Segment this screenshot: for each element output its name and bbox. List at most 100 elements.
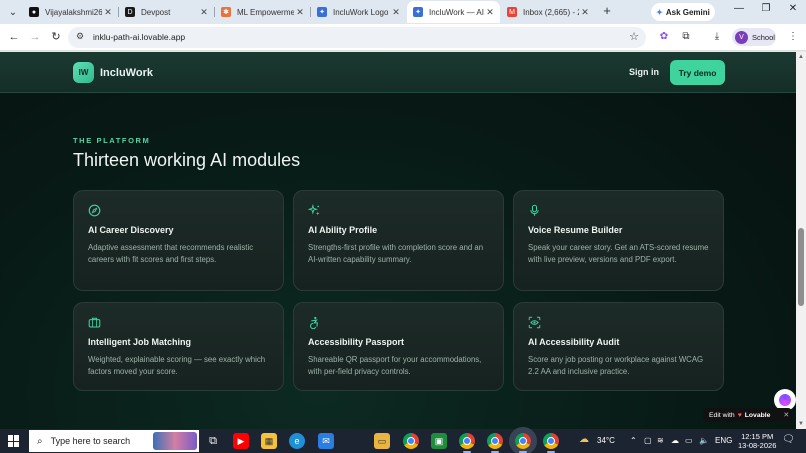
chrome-profile-icon[interactable] bbox=[459, 433, 475, 453]
tab-search-icon[interactable]: ⌄ bbox=[5, 4, 21, 20]
file-explorer-icon[interactable]: ▭ bbox=[374, 433, 390, 449]
chrome-active-window-icon[interactable] bbox=[509, 427, 537, 453]
section-title: Thirteen working AI modules bbox=[73, 150, 301, 170]
reload-icon[interactable]: ↻ bbox=[49, 30, 63, 44]
store-icon[interactable]: ▦ bbox=[261, 433, 277, 449]
task-view-icon[interactable]: ⧉ bbox=[205, 433, 221, 449]
windows-start-icon[interactable] bbox=[8, 435, 20, 447]
module-card[interactable]: AI Career Discovery Adaptive assessment … bbox=[73, 190, 284, 291]
tab-title: Devpost bbox=[141, 7, 171, 17]
module-title: AI Accessibility Audit bbox=[528, 337, 620, 347]
lovable-heart-icon: ♥ bbox=[737, 411, 742, 419]
module-description: Adaptive assessment that recommends real… bbox=[88, 243, 254, 264]
compass-icon bbox=[88, 204, 101, 217]
module-card[interactable]: AI Accessibility Audit Score any job pos… bbox=[513, 302, 724, 391]
chrome-icon[interactable] bbox=[403, 433, 419, 449]
close-tab-icon[interactable]: ✕ bbox=[294, 7, 306, 18]
extensions-icon[interactable]: ⧉ bbox=[679, 30, 693, 44]
badge-prefix: Edit with bbox=[709, 411, 735, 419]
show-hidden-icons[interactable]: ⌃ bbox=[630, 436, 637, 445]
youtube-icon[interactable]: ▶ bbox=[233, 433, 249, 449]
section-eyebrow: THE PLATFORM bbox=[73, 136, 151, 145]
tab-title: Inbox (2,665) - 2 bbox=[523, 7, 579, 17]
scroll-down-icon[interactable]: ▼ bbox=[798, 421, 804, 427]
wifi-icon[interactable]: ≋ bbox=[657, 436, 664, 445]
tab-title: Vijayalakshmi26( bbox=[45, 7, 102, 17]
site-logo[interactable]: IW IncluWork bbox=[73, 62, 153, 83]
tab-gmail[interactable]: M Inbox (2,665) - 2 ✕ bbox=[501, 1, 595, 23]
cloud-icon[interactable]: ☁ bbox=[671, 436, 679, 445]
module-description: Score any job posting or workplace again… bbox=[528, 355, 704, 376]
url-text[interactable]: inklu-path-ai.lovable.app bbox=[93, 32, 185, 42]
new-tab-button[interactable]: + bbox=[600, 4, 614, 18]
module-title: Voice Resume Builder bbox=[528, 225, 623, 235]
tab-incluwork-logo[interactable]: ✦ IncluWork Logo I ✕ bbox=[311, 1, 406, 23]
clock-date: 13-08-2026 bbox=[738, 441, 777, 450]
chrome-profile-icon[interactable] bbox=[543, 433, 559, 453]
sign-in-link[interactable]: Sign in bbox=[629, 67, 659, 77]
module-card[interactable]: Voice Resume Builder Speak your career s… bbox=[513, 190, 724, 291]
module-title: Intelligent Job Matching bbox=[88, 337, 191, 347]
close-window-icon[interactable]: ✕ bbox=[783, 3, 803, 14]
tab-github[interactable]: ● Vijayalakshmi26( ✕ bbox=[23, 1, 118, 23]
download-icon[interactable]: ⤓ bbox=[710, 30, 724, 44]
search-icon: ⌕ bbox=[37, 435, 43, 447]
gmail-icon: M bbox=[507, 7, 517, 17]
try-demo-button[interactable]: Try demo bbox=[670, 60, 725, 85]
taskbar-search[interactable]: ⌕ Type here to search bbox=[29, 430, 199, 452]
address-bar[interactable]: ⚙ inklu-path-ai.lovable.app ☆ bbox=[68, 27, 646, 48]
tab-title: IncluWork Logo I bbox=[333, 7, 390, 17]
taskbar-clock[interactable]: 12:15 PM 13-08-2026 bbox=[738, 432, 776, 450]
tab-ml-empowerment[interactable]: ✱ ML Empowermen ✕ bbox=[215, 1, 310, 23]
edge-icon[interactable]: e bbox=[289, 433, 305, 449]
mail-icon[interactable]: ✉ bbox=[318, 433, 334, 449]
site-info-icon[interactable]: ⚙ bbox=[76, 31, 84, 42]
gemini-extension-icon[interactable]: ✿ bbox=[657, 30, 671, 44]
weather-icon[interactable]: ☁ bbox=[579, 434, 589, 445]
ask-gemini-button[interactable]: ✦ Ask Gemini bbox=[651, 3, 715, 21]
module-title: Accessibility Passport bbox=[308, 337, 405, 347]
briefcase-icon bbox=[88, 317, 101, 328]
microphone-icon bbox=[530, 204, 539, 216]
close-tab-icon[interactable]: ✕ bbox=[390, 7, 402, 18]
bookmark-star-icon[interactable]: ☆ bbox=[629, 30, 639, 43]
close-tab-icon[interactable]: ✕ bbox=[484, 7, 496, 18]
ml-icon: ✱ bbox=[221, 7, 231, 17]
module-card[interactable]: Intelligent Job Matching Weighted, expla… bbox=[73, 302, 284, 391]
ask-gemini-label: Ask Gemini bbox=[665, 7, 710, 17]
more-menu-icon[interactable]: ⋮ bbox=[786, 30, 800, 44]
profile-button[interactable]: V School bbox=[732, 28, 776, 46]
forward-icon[interactable]: → bbox=[28, 30, 42, 44]
module-description: Speak your career story. Get an ATS-scor… bbox=[528, 243, 709, 264]
page-viewport: IW IncluWork Sign in Try demo THE PLATFO… bbox=[0, 52, 796, 429]
language-indicator[interactable]: ENG bbox=[715, 436, 732, 445]
page-scrollbar[interactable]: ▲ ▼ bbox=[796, 52, 806, 429]
temperature[interactable]: 34°C bbox=[597, 436, 615, 445]
close-tab-icon[interactable]: ✕ bbox=[198, 7, 210, 18]
meet-now-icon[interactable]: ▢ bbox=[644, 436, 652, 445]
accessibility-icon bbox=[310, 316, 318, 329]
tab-incluwork-active[interactable]: ✦ IncluWork — AI I ✕ bbox=[407, 1, 500, 23]
badge-brand: Lovable bbox=[744, 411, 771, 419]
meet-icon[interactable]: ▣ bbox=[431, 433, 447, 449]
back-icon[interactable]: ← bbox=[7, 30, 21, 44]
clock-time: 12:15 PM bbox=[741, 432, 774, 441]
module-description: Shareable QR passport for your accommoda… bbox=[308, 355, 482, 376]
scroll-up-icon[interactable]: ▲ bbox=[798, 54, 804, 60]
close-badge-icon[interactable]: ✕ bbox=[783, 411, 789, 419]
module-card[interactable]: Accessibility Passport Shareable QR pass… bbox=[293, 302, 504, 391]
minimize-icon[interactable]: — bbox=[729, 3, 749, 14]
site-header: IW IncluWork Sign in Try demo bbox=[0, 52, 796, 93]
tab-devpost[interactable]: D Devpost ✕ bbox=[119, 1, 214, 23]
close-tab-icon[interactable]: ✕ bbox=[102, 7, 114, 18]
chrome-profile-icon[interactable] bbox=[487, 433, 503, 453]
volume-icon[interactable]: 🔈 bbox=[699, 436, 709, 445]
logo-text: IncluWork bbox=[100, 66, 153, 79]
edit-with-lovable-badge[interactable]: Edit with ♥ Lovable ✕ bbox=[703, 408, 792, 422]
module-card[interactable]: AI Ability Profile Strengths-first profi… bbox=[293, 190, 504, 291]
restore-icon[interactable]: ❐ bbox=[756, 3, 776, 14]
battery-icon[interactable]: ▭ bbox=[685, 436, 693, 445]
close-tab-icon[interactable]: ✕ bbox=[579, 7, 591, 18]
scrollbar-thumb[interactable] bbox=[798, 228, 804, 306]
notifications-icon[interactable]: 🗨 bbox=[782, 434, 795, 445]
